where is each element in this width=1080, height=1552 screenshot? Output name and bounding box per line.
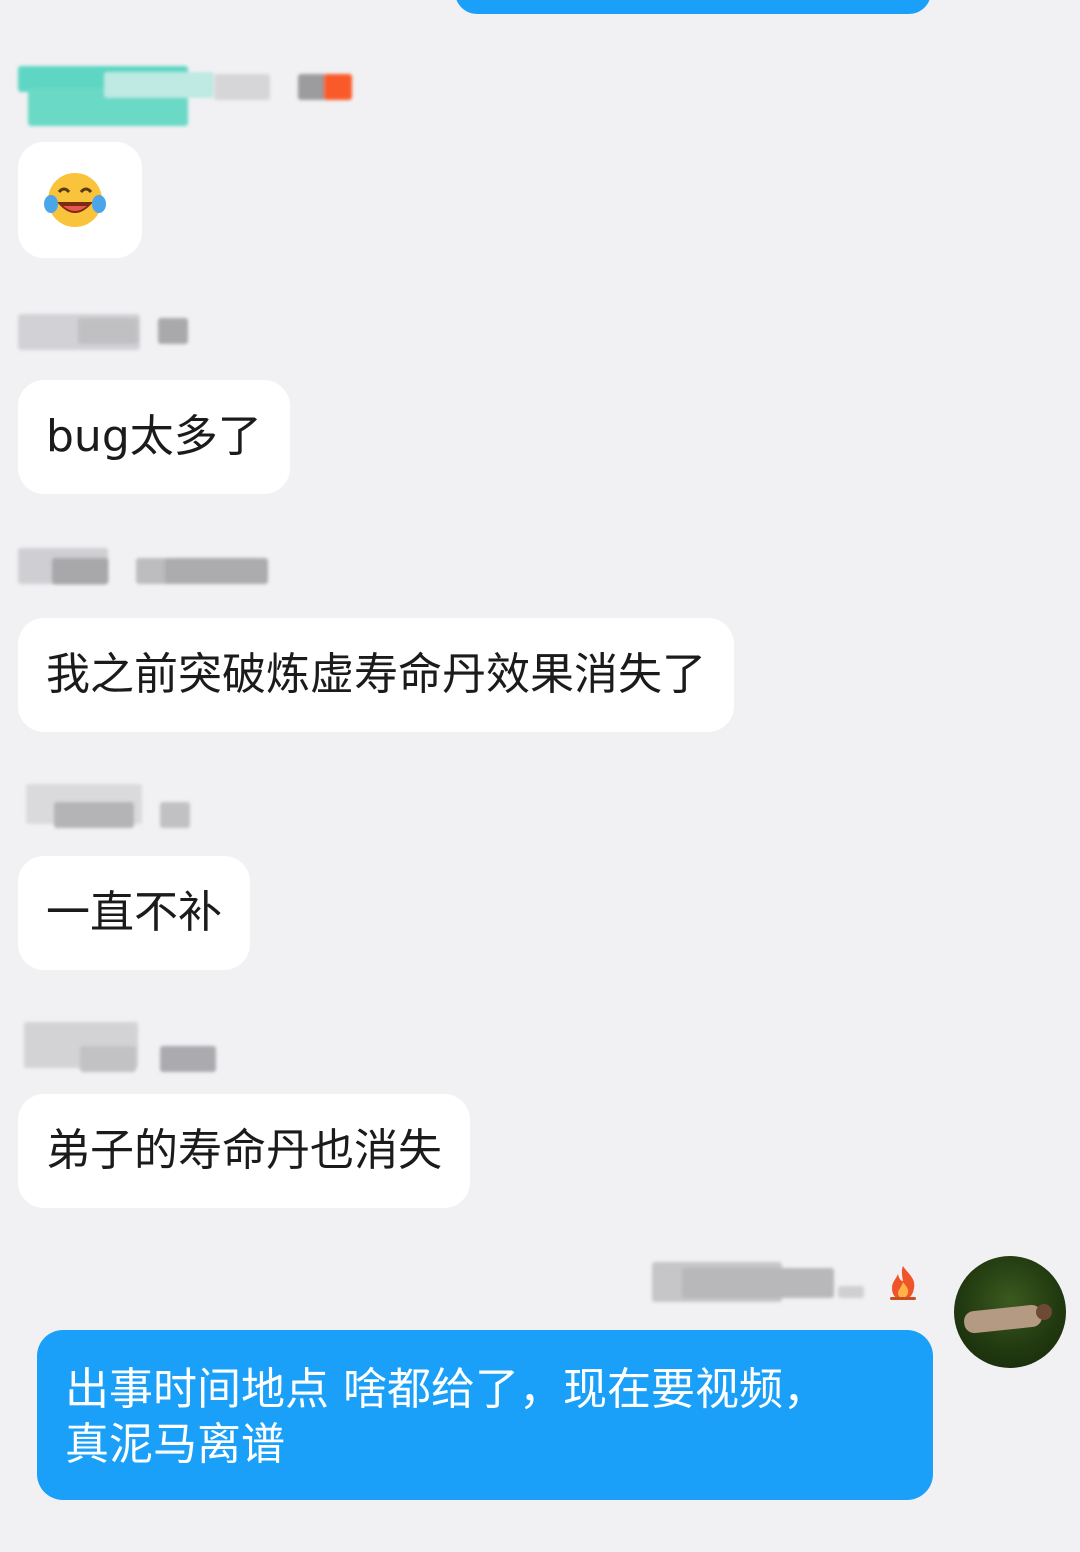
message-bubble[interactable]: 弟子的寿命丹也消失	[18, 1094, 470, 1208]
outgoing-message[interactable]: 出事时间地点 啥都给了，现在要视频， 真泥马离谱	[0, 1250, 1080, 1510]
message-item[interactable]: 弟子的寿命丹也消失	[18, 1022, 470, 1208]
fire-icon	[890, 1266, 916, 1300]
sender-name-blurred	[18, 312, 218, 354]
outgoing-message-line-1: 出事时间地点 啥都给了，现在要视频，	[65, 1364, 827, 1415]
emoji-bubble[interactable]	[18, 142, 142, 258]
message-item[interactable]: 我之前突破炼虚寿命丹效果消失了	[18, 546, 734, 732]
outgoing-message-bubble[interactable]: 出事时间地点 啥都给了，现在要视频， 真泥马离谱	[37, 1330, 933, 1500]
my-avatar[interactable]	[954, 1256, 1066, 1368]
sender-name-blurred	[18, 1022, 228, 1072]
message-item[interactable]: bug太多了	[18, 312, 290, 494]
sender-name-blurred	[18, 546, 278, 588]
sender-name-blurred	[18, 784, 218, 828]
previous-outgoing-bubble	[455, 0, 931, 14]
message-item[interactable]	[18, 66, 358, 258]
message-bubble[interactable]: 一直不补	[18, 856, 250, 970]
message-item[interactable]: 一直不补	[18, 784, 250, 970]
sender-name-blurred	[18, 66, 358, 126]
message-bubble[interactable]: 我之前突破炼虚寿命丹效果消失了	[18, 618, 734, 732]
my-name-blurred	[652, 1258, 864, 1304]
laughing-with-tears-icon	[44, 173, 106, 227]
outgoing-message-line-2: 真泥马离谱	[65, 1419, 285, 1470]
message-bubble[interactable]: bug太多了	[18, 380, 290, 494]
